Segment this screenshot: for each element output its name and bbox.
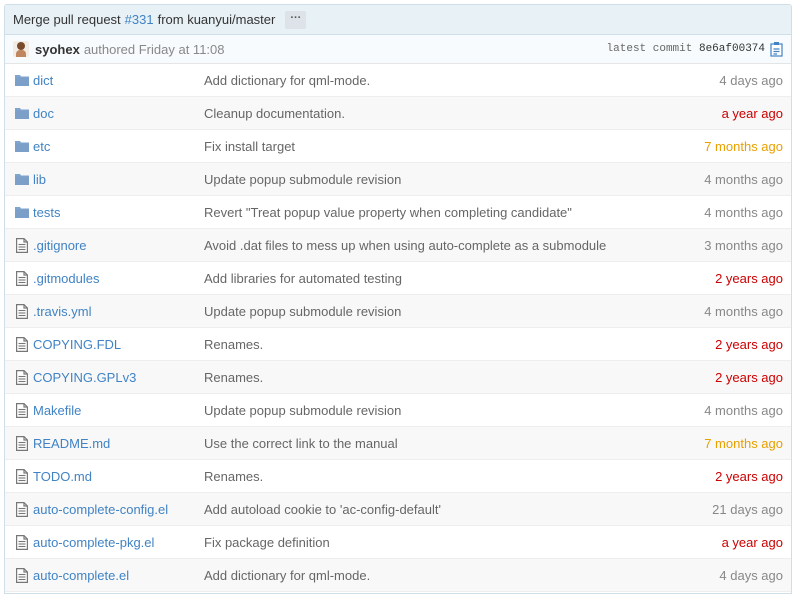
file-list: dict Add dictionary for qml-mode. 4 days a… (5, 64, 791, 592)
file-icon (14, 336, 30, 352)
authored-time: authored Friday at 11:08 (83, 41, 225, 57)
file-row: doc Cleanup documentation. a year ago (5, 97, 791, 130)
commit-message-link[interactable]: Renames. (204, 337, 263, 352)
file-name-link[interactable]: auto-complete-pkg.el (33, 535, 154, 550)
commit-message-link[interactable]: Add libraries for automated testing (204, 271, 402, 286)
file-name-link[interactable]: doc (33, 106, 54, 121)
expand-commit-message-button[interactable]: ··· (285, 10, 307, 29)
commit-age: 4 months ago (704, 171, 783, 187)
commit-message-link[interactable]: Cleanup documentation. (204, 106, 345, 121)
commit-message-link[interactable]: Fix install target (204, 139, 295, 154)
file-name-link[interactable]: auto-complete-config.el (33, 502, 168, 517)
file-icon (14, 435, 30, 451)
commit-message-link[interactable]: Add autoload cookie to 'ac-config-defaul… (204, 502, 441, 517)
file-row: auto-complete.el Add dictionary for qml-m… (5, 559, 791, 592)
file-row: auto-complete-config.el Add autoload cook… (5, 493, 791, 526)
commit-message-link[interactable]: Revert "Treat popup value property when … (204, 205, 572, 220)
file-icon (14, 303, 30, 319)
latest-commit-label: latest commit (606, 43, 693, 55)
commit-age: 4 days ago (719, 72, 783, 88)
commit-message-link[interactable]: Add dictionary for qml-mode. (204, 73, 370, 88)
commit-age: 2 years ago (715, 270, 783, 286)
commit-meta-bar: syohex authored Friday at 11:08 latest c… (5, 35, 791, 64)
commit-age: 2 years ago (715, 369, 783, 385)
commit-age: 4 months ago (704, 303, 783, 319)
commit-age: 7 months ago (704, 138, 783, 154)
folder-icon (14, 72, 30, 88)
avatar[interactable] (13, 41, 29, 57)
file-name-link[interactable]: COPYING.FDL (33, 337, 121, 352)
file-name-link[interactable]: README.md (33, 436, 110, 451)
commit-message-link[interactable]: Add dictionary for qml-mode. (204, 568, 370, 583)
commit-age: 4 months ago (704, 204, 783, 220)
clipboard-icon[interactable] (770, 41, 784, 57)
file-icon (14, 237, 30, 253)
file-row: .travis.yml Update popup submodule revisi… (5, 295, 791, 328)
file-icon (14, 501, 30, 517)
file-name-link[interactable]: etc (33, 139, 50, 154)
file-name-link[interactable]: dict (33, 73, 53, 88)
file-row: tests Revert "Treat popup value property … (5, 196, 791, 229)
commit-message-link[interactable]: Renames. (204, 469, 263, 484)
folder-icon (14, 204, 30, 220)
file-row: lib Update popup submodule revision 4 mont… (5, 163, 791, 196)
commit-title-suffix: from kuanyui/master (157, 12, 276, 27)
pull-request-link[interactable]: #331 (125, 12, 154, 27)
file-icon (14, 534, 30, 550)
file-row: Makefile Update popup submodule revision 4… (5, 394, 791, 427)
file-name-link[interactable]: auto-complete.el (33, 568, 129, 583)
file-icon (14, 270, 30, 286)
file-name-link[interactable]: .gitmodules (33, 271, 99, 286)
file-icon (14, 369, 30, 385)
file-row: TODO.md Renames. 2 years ago (5, 460, 791, 493)
commit-age: 3 months ago (704, 237, 783, 253)
file-row: .gitignore Avoid .dat files to mess up wh… (5, 229, 791, 262)
commit-age: 4 days ago (719, 567, 783, 583)
commit-age: 21 days ago (712, 501, 783, 517)
file-name-link[interactable]: tests (33, 205, 60, 220)
commit-message-link[interactable]: Update popup submodule revision (204, 172, 401, 187)
file-icon (14, 468, 30, 484)
folder-icon (14, 105, 30, 121)
file-name-link[interactable]: Makefile (33, 403, 81, 418)
file-name-link[interactable]: TODO.md (33, 469, 92, 484)
latest-commit: latest commit 8e6af00374 (607, 43, 765, 55)
commit-age: a year ago (721, 534, 783, 550)
commit-message-link[interactable]: Use the correct link to the manual (204, 436, 398, 451)
commit-message-link[interactable]: Update popup submodule revision (204, 304, 401, 319)
file-row: README.md Use the correct link to the man… (5, 427, 791, 460)
commit-age: 2 years ago (715, 468, 783, 484)
folder-icon (14, 171, 30, 187)
file-row: auto-complete-pkg.el Fix package definiti… (5, 526, 791, 559)
file-name-link[interactable]: COPYING.GPLv3 (33, 370, 136, 385)
commit-sha-link[interactable]: 8e6af00374 (699, 43, 765, 55)
file-row: .gitmodules Add libraries for automated t… (5, 262, 791, 295)
file-name-link[interactable]: .travis.yml (33, 304, 92, 319)
commit-age: 7 months ago (704, 435, 783, 451)
commit-age: a year ago (721, 105, 783, 121)
file-icon (14, 567, 30, 583)
file-icon (14, 402, 30, 418)
file-row: dict Add dictionary for qml-mode. 4 days a… (5, 64, 791, 97)
file-name-link[interactable]: lib (33, 172, 46, 187)
file-row: COPYING.GPLv3 Renames. 2 years ago (5, 361, 791, 394)
commit-title-bar: Merge pull request #331 from kuanyui/mas… (5, 5, 791, 35)
commit-message-link[interactable]: Avoid .dat files to mess up when using a… (204, 238, 606, 253)
file-row: COPYING.FDL Renames. 2 years ago (5, 328, 791, 361)
commit-message-link[interactable]: Update popup submodule revision (204, 403, 401, 418)
file-name-link[interactable]: .gitignore (33, 238, 86, 253)
file-row: etc Fix install target 7 months ago (5, 130, 791, 163)
commit-age: 4 months ago (704, 402, 783, 418)
author-name[interactable]: syohex (35, 42, 80, 57)
commit-message-link[interactable]: Renames. (204, 370, 263, 385)
commit-message-link[interactable]: Fix package definition (204, 535, 330, 550)
commit-title-prefix: Merge pull request (13, 12, 121, 27)
file-browser: Merge pull request #331 from kuanyui/mas… (4, 4, 792, 594)
commit-age: 2 years ago (715, 336, 783, 352)
folder-icon (14, 138, 30, 154)
